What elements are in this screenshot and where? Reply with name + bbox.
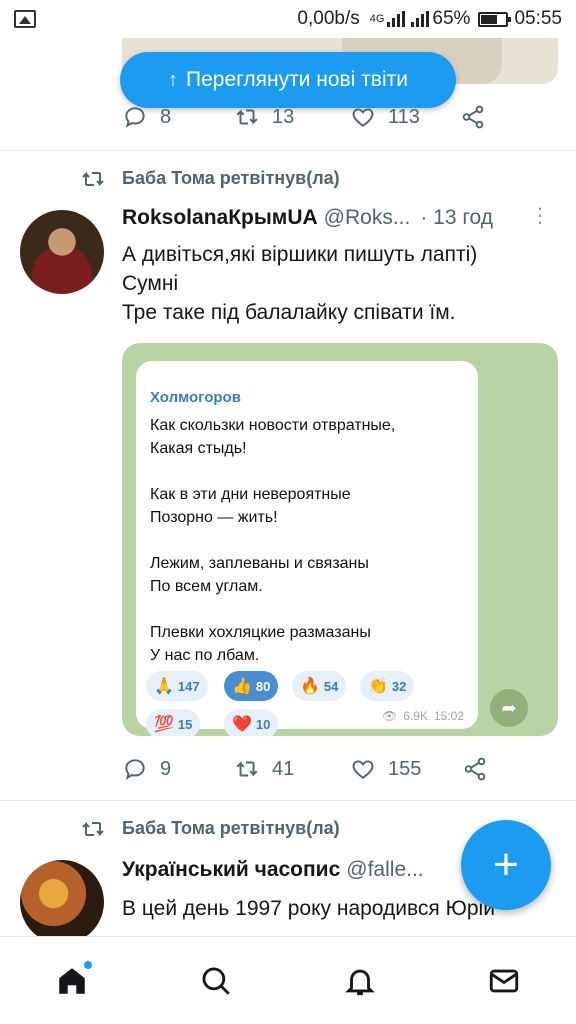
retweeted-by-label: Баба Тома ретвітнув(ла) bbox=[122, 818, 340, 838]
message-meta: 👁 6.9K 15:02 bbox=[382, 709, 464, 723]
nav-home[interactable] bbox=[52, 960, 92, 1001]
message-views: 6.9K bbox=[403, 709, 428, 723]
tweet-text-line: А дивіться,які віршики пишуть лапті) bbox=[122, 243, 478, 266]
retweeted-by-line[interactable]: Баба Тома ретвітнув(ла) bbox=[80, 818, 340, 839]
like-count: 113 bbox=[388, 105, 420, 128]
search-icon bbox=[202, 967, 230, 995]
retweet-icon bbox=[82, 171, 104, 186]
retweet-button[interactable]: 13 bbox=[234, 104, 350, 130]
new-content-dot bbox=[84, 960, 92, 969]
like-button[interactable]: 113 bbox=[350, 104, 460, 130]
forward-icon: ➦ bbox=[490, 689, 528, 727]
reply-icon bbox=[125, 107, 145, 128]
like-button[interactable]: 155 bbox=[350, 756, 462, 782]
tweet-header: RoksolanaКрымUA @Roks... · 13 год ⋮ bbox=[122, 206, 558, 230]
reaction-thumbs-up: 👍 80 bbox=[224, 671, 279, 701]
author-handle[interactable]: @falle... bbox=[346, 858, 423, 882]
message-text: Как скользки новости отвратные, Какая ст… bbox=[150, 417, 396, 664]
reply-button[interactable]: 8 bbox=[122, 104, 234, 130]
author-name[interactable]: Український часопис bbox=[122, 858, 340, 882]
reply-count: 8 bbox=[160, 105, 172, 128]
network-type: 4G bbox=[369, 13, 385, 25]
message-author: Холмогоров bbox=[150, 389, 241, 406]
avatar[interactable] bbox=[20, 860, 104, 944]
bell-icon bbox=[345, 969, 375, 995]
tweet-time[interactable]: · 13 год bbox=[420, 206, 493, 230]
like-count: 155 bbox=[388, 757, 422, 780]
eye-icon: 👁 bbox=[382, 709, 398, 723]
reaction-heart: ❤️ 10 bbox=[224, 709, 279, 736]
retweet-count: 41 bbox=[272, 757, 295, 780]
bottom-navigation bbox=[0, 936, 576, 1024]
plus-icon: + bbox=[493, 840, 519, 889]
reaction-clap: 👏 32 bbox=[360, 671, 415, 701]
share-icon bbox=[464, 757, 486, 781]
heart-icon bbox=[352, 108, 374, 127]
retweet-icon bbox=[82, 821, 104, 836]
nav-messages[interactable] bbox=[484, 961, 524, 1001]
network-speed: 0,00b/s bbox=[297, 8, 360, 29]
retweet-button[interactable]: 41 bbox=[234, 756, 350, 782]
show-new-tweets-label: Переглянути нові твіти bbox=[186, 68, 408, 91]
author-name[interactable]: RoksolanaКрымUA bbox=[122, 206, 318, 230]
clock: 05:55 bbox=[514, 8, 562, 29]
reaction-hundred: 💯 15 bbox=[146, 709, 201, 736]
nav-notifications[interactable] bbox=[340, 961, 380, 1001]
share-icon bbox=[462, 105, 484, 129]
gallery-notification-icon bbox=[14, 10, 36, 28]
share-button[interactable] bbox=[462, 756, 488, 782]
reply-icon bbox=[125, 759, 145, 780]
retweet-icon bbox=[236, 109, 258, 125]
telegram-message-bubble: Холмогоров Как скользки новости отвратны… bbox=[136, 361, 478, 736]
retweet-count: 13 bbox=[272, 105, 295, 128]
tweet-actions: 9 41 155 bbox=[122, 756, 492, 782]
divider bbox=[0, 800, 576, 801]
tweet-text-line: Тре таке під балалайку співати їм. bbox=[122, 301, 456, 324]
battery-percent: 65% bbox=[432, 8, 471, 29]
reply-count: 9 bbox=[160, 757, 172, 780]
author-handle[interactable]: @Roks... bbox=[324, 206, 411, 230]
share-button[interactable] bbox=[460, 104, 486, 130]
battery-icon bbox=[478, 11, 512, 27]
home-icon bbox=[59, 967, 85, 994]
reaction-fire: 🔥 54 bbox=[292, 671, 347, 701]
reply-button[interactable]: 9 bbox=[122, 756, 234, 782]
more-options-icon[interactable]: ⋮ bbox=[530, 206, 550, 226]
message-time: 15:02 bbox=[433, 709, 464, 723]
status-bar: 0,00b/s 4G 65% 05:55 bbox=[0, 0, 576, 38]
reaction-pray: 🙏 147 bbox=[146, 671, 208, 701]
tweet-text: А дивіться,які віршики пишуть лапті) Сум… bbox=[122, 240, 552, 327]
mail-icon bbox=[489, 969, 519, 992]
compose-tweet-button[interactable]: + bbox=[461, 820, 551, 910]
signal-icon bbox=[387, 11, 406, 27]
signal-icon-2 bbox=[411, 11, 430, 27]
prev-tweet-actions: 8 13 113 bbox=[122, 104, 492, 130]
tweet-header: Український часопис @falle... bbox=[122, 858, 462, 882]
divider bbox=[0, 150, 576, 151]
retweeted-by-label: Баба Тома ретвітнув(ла) bbox=[122, 168, 340, 188]
avatar[interactable] bbox=[20, 210, 104, 294]
show-new-tweets-button[interactable]: ↑ Переглянути нові твіти bbox=[120, 52, 456, 108]
arrow-up-icon: ↑ bbox=[168, 68, 179, 91]
nav-search[interactable] bbox=[196, 961, 236, 1001]
heart-icon bbox=[352, 760, 374, 779]
retweet-icon bbox=[236, 761, 258, 777]
retweeted-by-line[interactable]: Баба Тома ретвітнув(ла) bbox=[80, 168, 340, 189]
tweet-image[interactable]: Холмогоров Как скользки новости отвратны… bbox=[122, 343, 558, 736]
tweet-text-line: Сумні bbox=[122, 272, 179, 295]
